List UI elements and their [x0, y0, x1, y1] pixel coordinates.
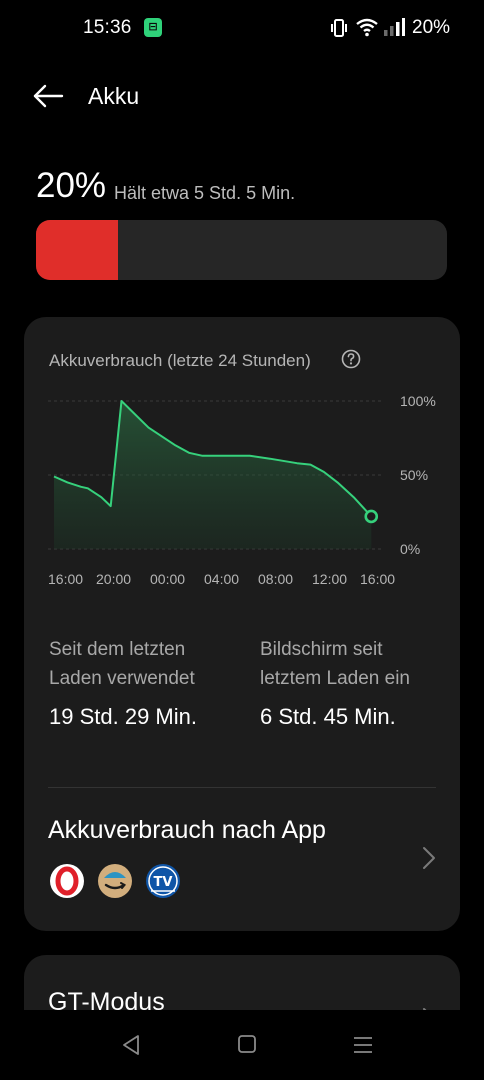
home-square-icon[interactable] [237, 1034, 257, 1054]
status-battery-percent: 20% [412, 17, 451, 38]
stat-screen-on: Bildschirm seit letztem Laden ein 6 Std.… [260, 635, 440, 734]
status-time: 15:36 [83, 17, 132, 38]
used-since-charge-value: 19 Std. 29 Min. [49, 704, 197, 729]
stat-used-since-charge: Seit dem letzten Laden verwendet 19 Std.… [49, 635, 239, 734]
battery-usage-chart: 100% 50% 0% [48, 393, 436, 557]
recents-menu-icon[interactable] [352, 1034, 374, 1056]
opera-app-icon [50, 864, 84, 898]
amazon-app-icon [98, 864, 132, 898]
chart-title: Akkuverbrauch (letzte 24 Stunden) [49, 351, 311, 370]
y-tick-label: 0% [400, 541, 420, 557]
tv-app-icon: TV [146, 864, 180, 898]
help-circle-icon[interactable] [341, 349, 361, 369]
chevron-right-icon [423, 847, 435, 869]
app-usage-row[interactable]: Akkuverbrauch nach App TV [24, 788, 460, 928]
vibrate-icon [331, 19, 347, 37]
chart-area [54, 401, 372, 549]
app-notification-icon: ⊟ [144, 18, 162, 37]
svg-text:TV: TV [154, 875, 173, 890]
back-triangle-icon[interactable] [120, 1034, 142, 1056]
page-title: Akku [88, 83, 140, 109]
screen-on-label: Bildschirm seit letztem Laden ein [260, 639, 410, 689]
screen-on-value: 6 Std. 45 Min. [260, 704, 396, 729]
wifi-icon [356, 18, 378, 37]
x-tick-label: 00:00 [150, 571, 186, 587]
x-tick-label: 20:00 [96, 571, 132, 587]
battery-remaining-time: Hält etwa 5 Std. 5 Min. [114, 183, 296, 203]
battery-level-bar [36, 220, 447, 280]
battery-level-fill [36, 220, 119, 280]
app-usage-title: Akkuverbrauch nach App [48, 816, 326, 844]
used-since-charge-label: Seit dem letzten Laden verwendet [49, 639, 195, 689]
battery-percent: 20% [36, 166, 107, 205]
back-arrow-icon[interactable] [32, 84, 64, 108]
y-tick-label: 50% [400, 467, 428, 483]
x-tick-label: 08:00 [258, 571, 294, 587]
x-tick-label: 04:00 [204, 571, 240, 587]
status-bar: 15:36 ⊟ 20% [0, 0, 484, 56]
signal-icon [384, 18, 405, 36]
x-tick-label: 12:00 [312, 571, 348, 587]
x-tick-label: 16:00 [48, 571, 84, 587]
battery-usage-card: Akkuverbrauch (letzte 24 Stunden) 100% 50… [24, 317, 460, 931]
y-tick-label: 100% [400, 393, 436, 409]
x-tick-label: 16:00 [360, 571, 396, 587]
chart-current-point [364, 509, 379, 524]
navigation-bar [0, 1010, 484, 1080]
